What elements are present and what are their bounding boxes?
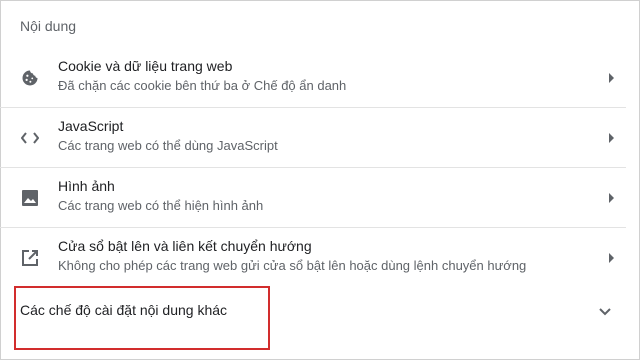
setting-description: Các trang web có thể dùng JavaScript — [58, 138, 278, 153]
open-in-new-icon — [20, 248, 40, 268]
chevron-right-icon — [606, 72, 618, 84]
setting-label: JavaScript — [58, 118, 124, 134]
setting-description: Đã chặn các cookie bên thứ ba ở Chế độ ẩ… — [58, 78, 347, 93]
cookie-icon — [20, 68, 40, 88]
setting-label: Cửa sổ bật lên và liên kết chuyển hướng — [58, 238, 312, 254]
setting-label: Cookie và dữ liệu trang web — [58, 58, 233, 74]
setting-row-images[interactable]: Hình ảnh Các trang web có thể hiện hình … — [0, 168, 626, 228]
setting-label: Hình ảnh — [58, 178, 115, 194]
chevron-down-icon — [598, 304, 612, 316]
chevron-right-icon — [606, 132, 618, 144]
image-icon — [20, 188, 40, 208]
setting-row-javascript[interactable]: JavaScript Các trang web có thể dùng Jav… — [0, 108, 626, 168]
code-icon — [20, 128, 40, 148]
chevron-right-icon — [606, 192, 618, 204]
setting-description: Các trang web có thể hiện hình ảnh — [58, 198, 264, 213]
more-content-settings-toggle[interactable]: Các chế độ cài đặt nội dung khác — [0, 286, 626, 334]
setting-description: Không cho phép các trang web gửi cửa sổ … — [58, 258, 527, 273]
setting-row-cookies[interactable]: Cookie và dữ liệu trang web Đã chặn các … — [0, 48, 626, 108]
setting-row-popups[interactable]: Cửa sổ bật lên và liên kết chuyển hướng … — [0, 228, 626, 288]
chevron-right-icon — [606, 252, 618, 264]
section-title: Nội dung — [20, 18, 77, 34]
more-content-settings-label: Các chế độ cài đặt nội dung khác — [20, 302, 228, 318]
